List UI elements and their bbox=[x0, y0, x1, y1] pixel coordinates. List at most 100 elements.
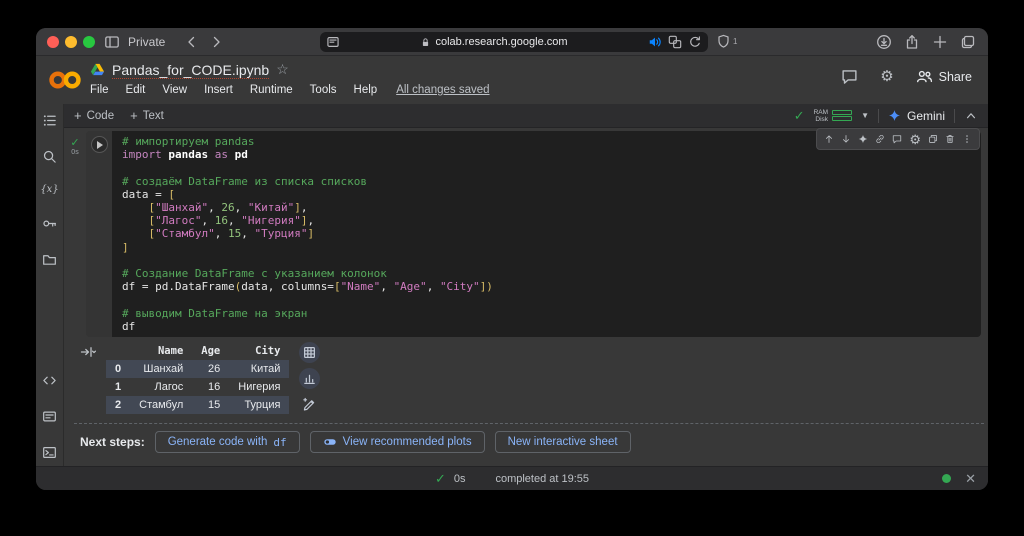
people-icon bbox=[916, 68, 933, 85]
cell-exec-time: 0s bbox=[71, 149, 78, 156]
connected-check-icon: ✓ bbox=[794, 108, 805, 124]
translate-icon[interactable] bbox=[668, 35, 682, 49]
colab-header: Pandas_for_CODE.ipynb ☆ File Edit View Inse… bbox=[36, 56, 988, 104]
next-step-button-3[interactable]: New interactive sheet bbox=[495, 431, 631, 453]
suggest-charts-icon[interactable] bbox=[299, 368, 320, 389]
add-code-button[interactable]: + Code bbox=[74, 108, 114, 123]
comment-icon[interactable] bbox=[890, 132, 904, 146]
dataframe-table: NameAgeCity0Шанхай26Китай1Лагос16Нигерия… bbox=[106, 342, 289, 414]
toggle-icon bbox=[323, 435, 337, 449]
link-icon[interactable] bbox=[873, 132, 887, 146]
play-icon bbox=[97, 141, 103, 149]
code-line bbox=[122, 293, 971, 306]
column-header-name: Name bbox=[130, 342, 192, 360]
mirror-cell-icon[interactable] bbox=[926, 132, 940, 146]
code-line: ] bbox=[122, 241, 971, 254]
delete-icon[interactable] bbox=[943, 132, 957, 146]
code-editor[interactable]: # импортируем pandasimport pandas as pd … bbox=[112, 131, 981, 337]
table-cell: Лагос bbox=[130, 378, 192, 396]
share-label: Share bbox=[939, 70, 972, 84]
page-menu-icon[interactable] bbox=[326, 35, 340, 49]
status-completed-text: completed at 19:55 bbox=[495, 473, 589, 485]
menu-edit[interactable]: Edit bbox=[126, 84, 146, 96]
comments-icon[interactable] bbox=[841, 68, 858, 85]
next-step-button-1[interactable]: Generate code withdf bbox=[155, 431, 300, 453]
run-cell-button[interactable] bbox=[91, 136, 108, 153]
menu-view[interactable]: View bbox=[162, 84, 187, 96]
table-cell: Китай bbox=[229, 360, 289, 378]
blocked-count: 1 bbox=[733, 37, 737, 46]
cell-output: NameAgeCity0Шанхай26Китай1Лагос16Нигерия… bbox=[80, 342, 988, 415]
output-divider bbox=[74, 423, 984, 424]
code-line: ["Шанхай", 26, "Китай"], bbox=[122, 201, 971, 214]
minimize-window-button[interactable] bbox=[65, 36, 77, 48]
table-cell: 16 bbox=[192, 378, 229, 396]
menu-file[interactable]: File bbox=[90, 84, 109, 96]
interactive-table-icon[interactable] bbox=[299, 342, 320, 363]
menu-help[interactable]: Help bbox=[354, 84, 378, 96]
row-index: 0 bbox=[106, 360, 130, 378]
secrets-icon[interactable] bbox=[42, 216, 57, 231]
code-line: data = [ bbox=[122, 188, 971, 201]
menu-insert[interactable]: Insert bbox=[204, 84, 233, 96]
move-cell-down-icon[interactable] bbox=[839, 132, 853, 146]
notebook-area: ⚙ ✓ 0s # импортируем pandasimport pandas… bbox=[64, 128, 988, 466]
code-line: # создаём DataFrame из списка списков bbox=[122, 175, 971, 188]
gemini-spark-icon[interactable] bbox=[856, 132, 870, 146]
search-icon[interactable] bbox=[42, 149, 57, 164]
next-step-button-2[interactable]: View recommended plots bbox=[310, 431, 485, 453]
move-cell-up-icon[interactable] bbox=[822, 132, 836, 146]
plus-icon: + bbox=[130, 108, 138, 123]
table-cell: Стамбул bbox=[130, 396, 192, 414]
share-button[interactable]: Share bbox=[916, 68, 972, 85]
privacy-shield[interactable]: 1 bbox=[716, 34, 737, 49]
downloads-icon[interactable] bbox=[876, 34, 892, 50]
variables-icon[interactable]: {x} bbox=[40, 185, 58, 195]
settings-icon[interactable]: ⚙ bbox=[907, 133, 923, 146]
code-line bbox=[122, 161, 971, 174]
cell-executed-check-icon: ✓ bbox=[70, 136, 79, 149]
generate-code-icon[interactable] bbox=[299, 394, 320, 415]
share-page-icon[interactable] bbox=[904, 34, 920, 50]
colab-logo-icon[interactable] bbox=[48, 68, 82, 92]
reload-icon[interactable] bbox=[688, 35, 702, 49]
table-cell: 26 bbox=[192, 360, 229, 378]
column-header-age: Age bbox=[192, 342, 229, 360]
more-vert-icon[interactable] bbox=[960, 132, 974, 146]
code-snippets-icon[interactable] bbox=[42, 373, 57, 388]
resource-monitor[interactable]: RAM Disk bbox=[814, 109, 852, 123]
resources-dropdown-icon[interactable]: ▼ bbox=[861, 111, 869, 120]
close-window-button[interactable] bbox=[47, 36, 59, 48]
sidebar-toggle-icon[interactable] bbox=[104, 34, 120, 50]
output-options-icon[interactable] bbox=[80, 344, 96, 360]
shield-icon bbox=[716, 34, 731, 49]
star-icon[interactable]: ☆ bbox=[276, 61, 289, 78]
gemini-button[interactable]: Gemini bbox=[888, 109, 945, 123]
collapse-toolbar-icon[interactable] bbox=[964, 109, 978, 123]
notebook-title[interactable]: Pandas_for_CODE.ipynb bbox=[112, 62, 269, 78]
settings-gear-icon[interactable]: ⚙ bbox=[880, 69, 893, 84]
desktop: Private colab.research.google.com bbox=[0, 0, 1024, 536]
save-status-link[interactable]: All changes saved bbox=[396, 84, 489, 96]
close-status-icon[interactable]: ✕ bbox=[965, 471, 976, 487]
menu-tools[interactable]: Tools bbox=[310, 84, 337, 96]
audio-playing-icon[interactable] bbox=[648, 35, 662, 49]
new-tab-icon[interactable] bbox=[932, 34, 948, 50]
index-header bbox=[106, 342, 130, 360]
add-text-button[interactable]: + Text bbox=[130, 108, 164, 123]
tab-overview-icon[interactable] bbox=[960, 34, 976, 50]
next-steps: Next steps: Generate code withdfView rec… bbox=[80, 431, 988, 453]
menu-bar: File Edit View Insert Runtime Tools Help All ch… bbox=[90, 84, 490, 96]
kernel-status-dot bbox=[942, 474, 951, 483]
files-icon[interactable] bbox=[42, 252, 57, 267]
command-palette-icon[interactable] bbox=[42, 409, 57, 424]
table-row: 0Шанхай26Китай bbox=[106, 360, 289, 378]
back-icon[interactable] bbox=[184, 34, 200, 50]
terminal-icon[interactable] bbox=[42, 445, 57, 460]
table-cell: Шанхай bbox=[130, 360, 192, 378]
table-of-contents-icon[interactable] bbox=[42, 113, 57, 128]
forward-icon[interactable] bbox=[208, 34, 224, 50]
url-bar[interactable]: colab.research.google.com bbox=[320, 32, 708, 52]
menu-runtime[interactable]: Runtime bbox=[250, 84, 293, 96]
zoom-window-button[interactable] bbox=[83, 36, 95, 48]
